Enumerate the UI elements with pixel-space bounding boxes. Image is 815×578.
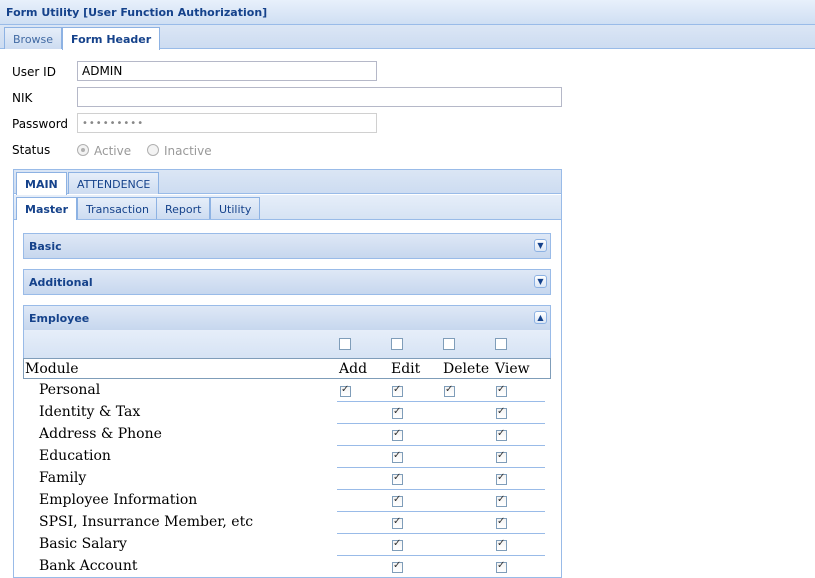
category-tabstrip: Master Transaction Report Utility <box>14 195 561 220</box>
status-active-radio[interactable]: Active <box>77 144 131 158</box>
main-tabstrip: Browse Form Header <box>0 25 815 50</box>
column-add: Add <box>339 361 368 377</box>
module-name: Basic Salary <box>39 536 127 552</box>
window-title: Form Utility [User Function Authorizatio… <box>6 6 268 19</box>
user-id-field[interactable]: ADMIN <box>77 61 377 81</box>
table-row: Bank Account <box>23 556 551 578</box>
edit-checkbox[interactable] <box>392 406 403 419</box>
module-name: Employee Information <box>39 492 198 508</box>
view-checkbox[interactable] <box>496 450 507 463</box>
user-id-label: User ID <box>12 65 56 79</box>
edit-checkbox[interactable] <box>392 428 403 441</box>
view-checkbox[interactable] <box>496 516 507 529</box>
table-row: Identity & Tax <box>23 402 551 424</box>
view-checkbox[interactable] <box>496 494 507 507</box>
module-name: Personal <box>39 382 101 398</box>
password-field[interactable]: ••••••••• <box>77 113 377 133</box>
expand-icon[interactable]: ▼ <box>534 239 547 252</box>
grid-column-header: Module Add Edit Delete View <box>23 358 551 379</box>
section-basic[interactable]: Basic ▼ <box>23 233 551 259</box>
module-name: Education <box>39 448 111 464</box>
table-row: Personal <box>23 380 551 402</box>
section-additional[interactable]: Additional ▼ <box>23 269 551 295</box>
module-name: Address & Phone <box>39 426 162 442</box>
table-row: Education <box>23 446 551 468</box>
delete-checkbox[interactable] <box>444 384 455 397</box>
view-checkbox[interactable] <box>496 560 507 573</box>
nik-field[interactable] <box>77 87 562 107</box>
table-row: Employee Information <box>23 490 551 512</box>
radio-unselected-icon <box>147 144 159 156</box>
column-module: Module <box>25 361 79 377</box>
select-all-add-checkbox[interactable] <box>339 338 351 350</box>
table-row: Basic Salary <box>23 534 551 556</box>
edit-checkbox[interactable] <box>392 384 403 397</box>
authorization-panel: MAIN ATTENDENCE Master Transaction Repor… <box>13 169 562 578</box>
edit-checkbox[interactable] <box>392 494 403 507</box>
edit-checkbox[interactable] <box>392 450 403 463</box>
table-row: Family <box>23 468 551 490</box>
view-checkbox[interactable] <box>496 384 507 397</box>
add-checkbox[interactable] <box>340 384 351 397</box>
tab-main[interactable]: MAIN <box>16 172 67 195</box>
tab-utility[interactable]: Utility <box>210 197 261 219</box>
view-checkbox[interactable] <box>496 406 507 419</box>
column-delete: Delete <box>443 361 490 377</box>
edit-checkbox[interactable] <box>392 560 403 573</box>
expand-icon[interactable]: ▼ <box>534 275 547 288</box>
tab-master[interactable]: Master <box>16 197 78 220</box>
tab-browse[interactable]: Browse <box>4 27 63 49</box>
tab-form-header[interactable]: Form Header <box>62 27 161 50</box>
edit-checkbox[interactable] <box>392 538 403 551</box>
nik-label: NIK <box>12 91 33 105</box>
tab-report[interactable]: Report <box>156 197 211 219</box>
edit-checkbox[interactable] <box>392 516 403 529</box>
collapse-icon[interactable]: ▲ <box>534 311 547 324</box>
section-employee-title: Employee <box>29 312 90 325</box>
select-all-delete-checkbox[interactable] <box>443 338 455 350</box>
radio-selected-icon <box>77 144 89 156</box>
view-checkbox[interactable] <box>496 472 507 485</box>
status-label: Status <box>12 143 51 157</box>
section-basic-title: Basic <box>29 240 62 253</box>
module-name: Identity & Tax <box>39 404 141 420</box>
table-row: Address & Phone <box>23 424 551 446</box>
status-inactive-radio[interactable]: Inactive <box>147 144 212 158</box>
table-row: SPSI, Insurrance Member, etc <box>23 512 551 534</box>
status-active-label: Active <box>94 144 132 158</box>
status-inactive-label: Inactive <box>164 144 212 158</box>
section-additional-title: Additional <box>29 276 93 289</box>
select-all-edit-checkbox[interactable] <box>391 338 403 350</box>
view-checkbox[interactable] <box>496 538 507 551</box>
select-all-bar <box>23 330 551 358</box>
tab-transaction[interactable]: Transaction <box>77 197 158 219</box>
view-checkbox[interactable] <box>496 428 507 441</box>
column-view: View <box>495 361 530 377</box>
section-employee[interactable]: Employee ▲ <box>23 305 551 331</box>
module-name: SPSI, Insurrance Member, etc <box>39 514 254 530</box>
module-name: Bank Account <box>39 558 138 574</box>
password-label: Password <box>12 117 69 131</box>
window-titlebar: Form Utility [User Function Authorizatio… <box>0 0 815 25</box>
edit-checkbox[interactable] <box>392 472 403 485</box>
column-edit: Edit <box>391 361 421 377</box>
tab-attendence[interactable]: ATTENDENCE <box>68 172 160 194</box>
module-name: Family <box>39 470 87 486</box>
module-tabstrip: MAIN ATTENDENCE <box>14 170 561 195</box>
select-all-view-checkbox[interactable] <box>495 338 507 350</box>
